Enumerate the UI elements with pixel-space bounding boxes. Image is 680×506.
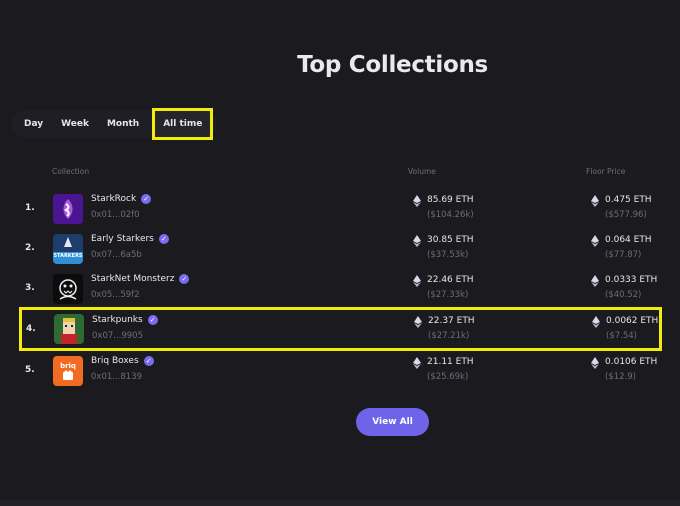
volume-eth: 22.46 ETH bbox=[427, 275, 474, 285]
table-row[interactable]: 2. STARKERS Early Starkers ✓ 0x07...6a5b… bbox=[19, 230, 662, 268]
volume-usd: ($27.33k) bbox=[427, 290, 469, 300]
floor-usd: ($12.9) bbox=[605, 372, 636, 382]
eth-icon bbox=[413, 275, 421, 287]
volume-eth: 21.11 ETH bbox=[427, 357, 474, 367]
rank: 2. bbox=[25, 243, 35, 253]
briq-logo-icon: briq bbox=[53, 356, 83, 386]
verified-badge-icon: ✓ bbox=[141, 194, 152, 204]
floor-usd: ($7.54) bbox=[606, 331, 637, 341]
volume-eth: 22.37 ETH bbox=[428, 316, 475, 326]
tab-all-time[interactable]: All time bbox=[152, 108, 214, 140]
volume-usd: ($25.69k) bbox=[427, 372, 469, 382]
collection-address: 0x05...59f2 bbox=[91, 290, 140, 300]
column-header-floor-price: Floor Price bbox=[586, 167, 626, 176]
floor-eth: 0.0106 ETH bbox=[605, 357, 658, 367]
rank: 5. bbox=[25, 365, 35, 375]
collection-name[interactable]: StarkNet Monsterz bbox=[91, 274, 174, 284]
volume-eth: 85.69 ETH bbox=[427, 195, 474, 205]
page-title: Top Collections bbox=[297, 52, 488, 78]
collection-name-row[interactable]: Starkpunks ✓ bbox=[92, 315, 158, 325]
floor-usd: ($40.52) bbox=[605, 290, 642, 300]
verified-badge-icon: ✓ bbox=[158, 234, 169, 244]
collection-address: 0x07...6a5b bbox=[91, 250, 142, 260]
floor-eth: 0.0062 ETH bbox=[606, 316, 659, 326]
collection-name-row[interactable]: Early Starkers ✓ bbox=[91, 234, 169, 244]
eth-icon bbox=[591, 357, 599, 369]
collection-address: 0x07...9905 bbox=[92, 331, 143, 341]
collection-avatar bbox=[53, 194, 83, 224]
rank: 3. bbox=[25, 283, 35, 293]
volume-usd: ($37.53k) bbox=[427, 250, 469, 260]
column-header-volume: Volume bbox=[408, 167, 436, 176]
collection-name[interactable]: Starkpunks bbox=[92, 315, 143, 325]
rank: 4. bbox=[26, 324, 36, 334]
early-starkers-logo-icon: STARKERS bbox=[53, 234, 83, 264]
starkrock-logo-icon bbox=[53, 194, 83, 224]
collection-name-row[interactable]: Briq Boxes ✓ bbox=[91, 356, 154, 366]
eth-icon bbox=[591, 235, 599, 247]
verified-badge-icon: ✓ bbox=[147, 315, 158, 325]
floor-eth: 0.475 ETH bbox=[605, 195, 652, 205]
collection-name[interactable]: Early Starkers bbox=[91, 234, 154, 244]
table-row[interactable]: 4. Starkpunks ✓ 0x07...9905 22.37 ETH ($… bbox=[19, 307, 662, 351]
verified-badge-icon: ✓ bbox=[179, 274, 190, 284]
eth-icon bbox=[413, 235, 421, 247]
collection-avatar bbox=[53, 274, 83, 304]
period-tabs: Day Week Month All time bbox=[11, 108, 218, 140]
tab-month[interactable]: Month bbox=[98, 110, 148, 138]
volume-usd: ($27.21k) bbox=[428, 331, 470, 341]
eth-icon bbox=[414, 316, 422, 328]
collection-avatar: STARKERS bbox=[53, 234, 83, 264]
starknet-monsterz-logo-icon bbox=[53, 274, 83, 304]
collection-name[interactable]: StarkRock bbox=[91, 194, 136, 204]
footer-bar bbox=[0, 500, 680, 506]
table-row[interactable]: 3. StarkNet Monsterz ✓ 0x05...59f2 22.46… bbox=[19, 270, 662, 308]
floor-eth: 0.0333 ETH bbox=[605, 275, 658, 285]
collection-name[interactable]: Briq Boxes bbox=[91, 356, 139, 366]
collection-avatar: briq bbox=[53, 356, 83, 386]
volume-eth: 30.85 ETH bbox=[427, 235, 474, 245]
floor-eth: 0.064 ETH bbox=[605, 235, 652, 245]
briq-avatar-text: briq bbox=[60, 362, 76, 370]
starkpunks-logo-icon bbox=[54, 314, 84, 344]
view-all-button[interactable]: View All bbox=[356, 408, 429, 436]
table-row[interactable]: 5. briq Briq Boxes ✓ 0x01...8139 21.11 E… bbox=[19, 352, 662, 390]
volume-usd: ($104.26k) bbox=[427, 210, 474, 220]
collection-name-row[interactable]: StarkNet Monsterz ✓ bbox=[91, 274, 190, 284]
eth-icon bbox=[591, 195, 599, 207]
eth-icon bbox=[413, 195, 421, 207]
rank: 1. bbox=[25, 203, 35, 213]
early-starkers-avatar-text: STARKERS bbox=[53, 253, 82, 259]
verified-badge-icon: ✓ bbox=[143, 356, 154, 366]
collection-name-row[interactable]: StarkRock ✓ bbox=[91, 194, 152, 204]
collection-avatar bbox=[54, 314, 84, 344]
floor-usd: ($577.96) bbox=[605, 210, 647, 220]
tab-week[interactable]: Week bbox=[52, 110, 98, 138]
column-header-collection: Collection bbox=[52, 167, 90, 176]
collection-address: 0x01...8139 bbox=[91, 372, 142, 382]
tab-day[interactable]: Day bbox=[15, 110, 52, 138]
eth-icon bbox=[591, 275, 599, 287]
eth-icon bbox=[592, 316, 600, 328]
collection-address: 0x01...02f0 bbox=[91, 210, 140, 220]
table-row[interactable]: 1. StarkRock ✓ 0x01...02f0 85.69 ETH ($1… bbox=[19, 190, 662, 228]
floor-usd: ($77.87) bbox=[605, 250, 642, 260]
eth-icon bbox=[413, 357, 421, 369]
